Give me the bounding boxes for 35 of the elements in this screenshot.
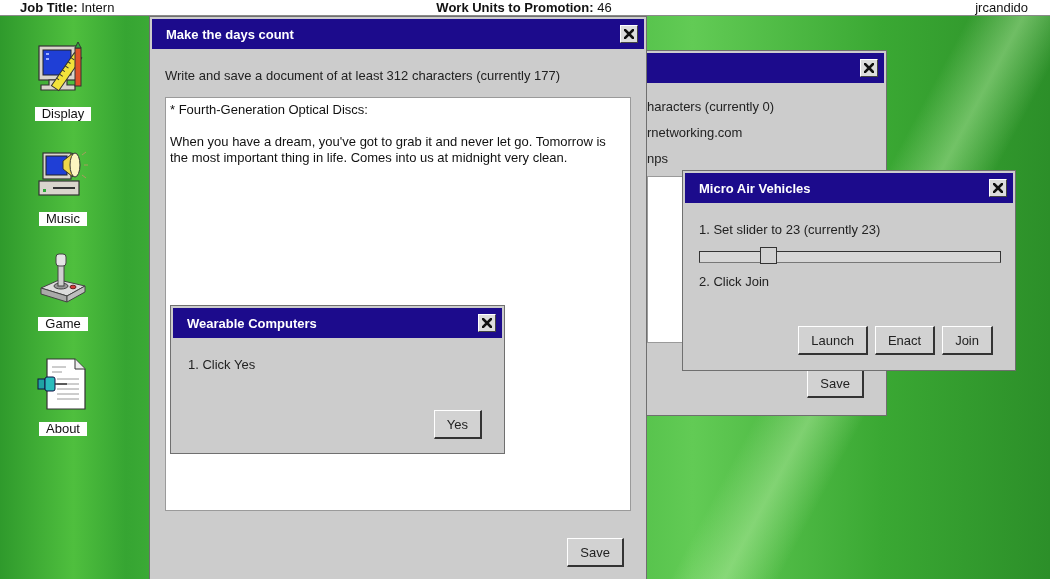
instruction-text: rnetworking.com [647,124,743,142]
close-button[interactable] [989,179,1007,197]
close-icon [864,63,874,73]
instruction-text: nps [647,150,668,168]
desktop-shortcut[interactable]: Game [30,252,96,331]
instruction-text: 1. Click Yes [188,356,256,374]
dialog-button[interactable]: Enact [874,326,936,355]
job-title-text: Job Title: Intern [20,0,115,15]
window-title: Make the days count [166,26,294,42]
instruction-text: haracters (currently 0) [647,98,775,116]
document-pin-icon [37,357,89,411]
dialog-button[interactable]: Join [942,326,993,355]
dialog-button[interactable]: Save [807,369,864,398]
instruction-text: 1. Set slider to 23 (currently 23) [699,221,881,239]
dialog-button[interactable]: Save [567,538,624,567]
dialog-button[interactable]: Launch [798,326,868,355]
joystick-icon [37,252,89,306]
promotion-counter: Work Units to Promotion: 46 [436,0,612,15]
close-button[interactable] [478,314,496,332]
window-title: Micro Air Vehicles [699,180,811,196]
close-button[interactable] [620,25,638,43]
close-icon [993,183,1003,193]
slider-thumb[interactable] [760,247,778,264]
close-icon [624,29,634,39]
username: jrcandido [975,0,1028,15]
desktop-shortcut[interactable]: Music [30,147,96,226]
desktop-shortcut[interactable]: About [30,357,96,436]
close-button[interactable] [860,59,878,77]
desktop-shortcut[interactable]: Display [30,42,96,121]
instruction-text: Write and save a document of at least 312 characters (currently 177) [165,67,560,85]
close-icon [482,318,492,328]
instruction-text: 2. Click Join [699,273,770,291]
dialog-button[interactable]: Yes [433,410,482,439]
slider-track[interactable] [699,247,1001,265]
window-title: Wearable Computers [187,315,317,331]
